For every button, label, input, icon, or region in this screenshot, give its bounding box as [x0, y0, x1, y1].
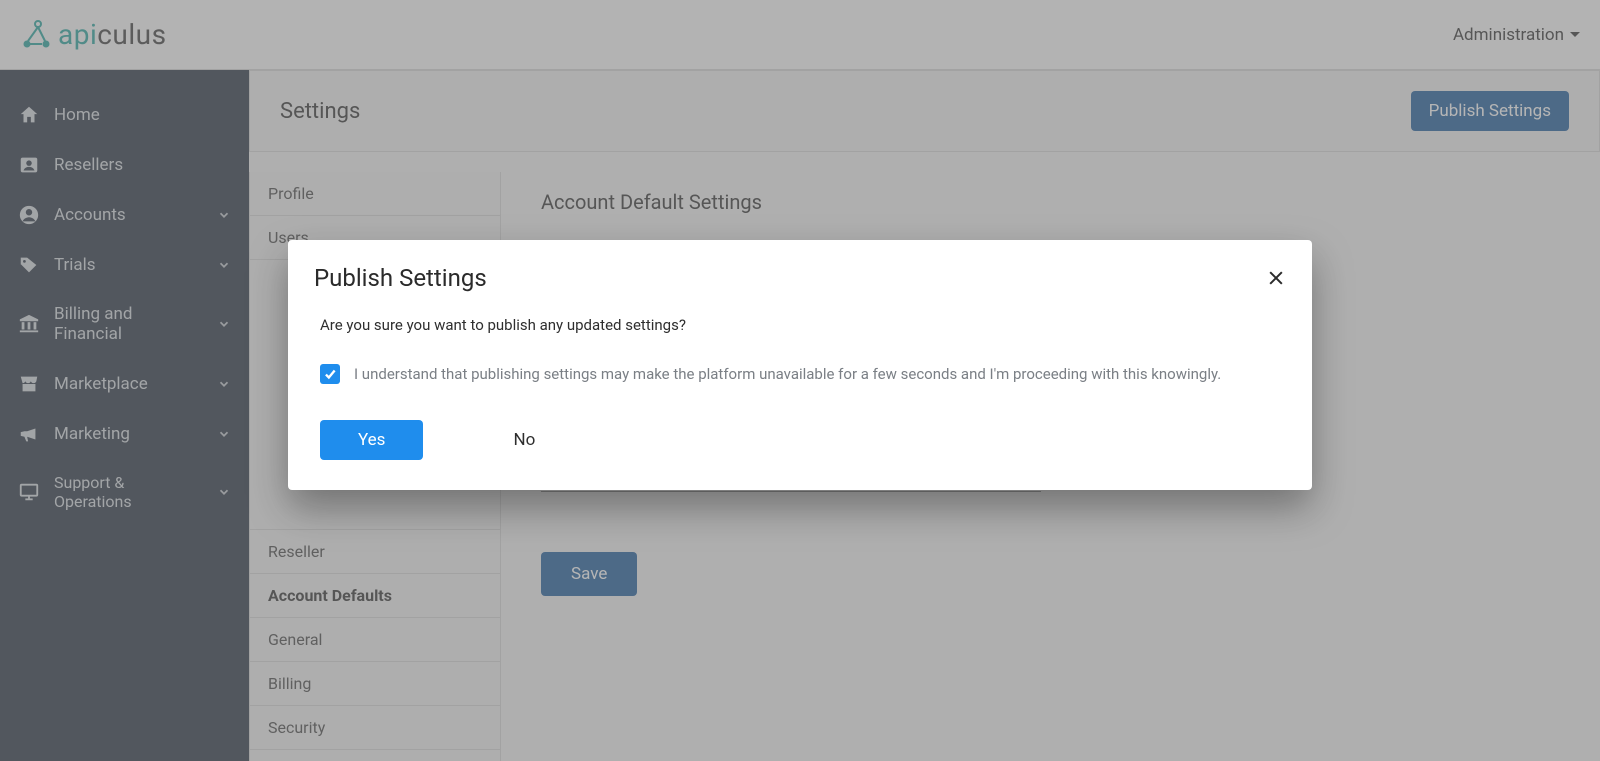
modal-overlay: Publish Settings Are you sure you want t…: [0, 0, 1600, 761]
acknowledge-label: I understand that publishing settings ma…: [354, 365, 1221, 383]
modal-yes-button[interactable]: Yes: [320, 420, 423, 460]
modal-message: Are you sure you want to publish any upd…: [320, 316, 1280, 334]
acknowledge-checkbox[interactable]: [320, 364, 340, 384]
modal-close-button[interactable]: [1266, 268, 1286, 288]
publish-settings-modal: Publish Settings Are you sure you want t…: [288, 240, 1312, 490]
modal-title: Publish Settings: [314, 264, 487, 292]
modal-no-button[interactable]: No: [513, 430, 535, 450]
close-icon: [1266, 268, 1286, 288]
